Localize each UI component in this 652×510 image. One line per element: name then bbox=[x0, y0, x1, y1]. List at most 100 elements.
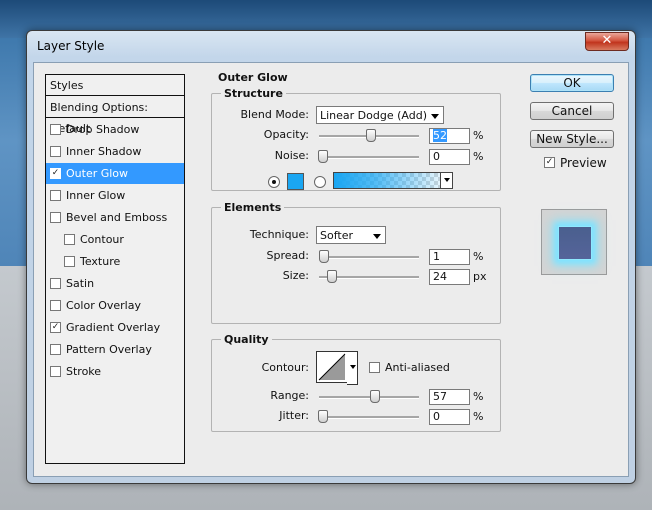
blend-mode-label: Blend Mode: bbox=[240, 108, 310, 121]
contour-dropdown-button[interactable] bbox=[347, 351, 358, 385]
contour-picker[interactable] bbox=[316, 351, 348, 383]
style-item-stroke[interactable]: Stroke bbox=[46, 361, 184, 382]
checkbox[interactable] bbox=[64, 233, 75, 245]
checkbox[interactable] bbox=[50, 145, 61, 157]
chevron-down-icon bbox=[373, 234, 381, 239]
anti-aliased-checkbox[interactable]: Anti-aliased bbox=[369, 361, 450, 374]
range-slider[interactable] bbox=[319, 390, 419, 403]
opacity-input[interactable]: 52 bbox=[429, 128, 470, 144]
style-preview bbox=[541, 209, 607, 275]
elements-group bbox=[211, 207, 501, 324]
elements-title: Elements bbox=[221, 201, 285, 214]
gradient-radio[interactable] bbox=[314, 176, 326, 188]
spread-unit: % bbox=[473, 250, 484, 263]
noise-slider[interactable] bbox=[318, 150, 419, 163]
ok-button[interactable]: OK bbox=[530, 74, 614, 92]
glow-color-swatch[interactable] bbox=[287, 173, 304, 190]
size-value: 24 bbox=[433, 270, 447, 283]
spread-slider-thumb[interactable] bbox=[318, 250, 329, 263]
opacity-unit: % bbox=[473, 129, 484, 142]
style-item-label: Outer Glow bbox=[66, 167, 129, 180]
blending-options-item[interactable]: Blending Options: Default bbox=[46, 97, 184, 135]
style-item-label: Satin bbox=[66, 277, 95, 290]
spread-input[interactable]: 1 bbox=[429, 249, 470, 265]
blend-mode-dropdown[interactable]: Linear Dodge (Add) bbox=[316, 106, 444, 124]
size-unit: px bbox=[473, 270, 487, 283]
preview-thumbnail bbox=[558, 226, 592, 260]
style-item-label: Bevel and Emboss bbox=[66, 211, 168, 224]
noise-label: Noise: bbox=[274, 149, 309, 162]
opacity-slider-thumb[interactable] bbox=[365, 129, 376, 142]
technique-dropdown[interactable]: Softer bbox=[316, 226, 386, 244]
size-input[interactable]: 24 bbox=[429, 269, 470, 285]
opacity-slider[interactable] bbox=[319, 129, 419, 142]
jitter-slider[interactable] bbox=[318, 410, 419, 423]
style-item-color-overlay[interactable]: Color Overlay bbox=[46, 295, 184, 316]
style-item-bevel-and-emboss[interactable]: Bevel and Emboss bbox=[46, 207, 184, 228]
new-style-button[interactable]: New Style... bbox=[530, 130, 614, 148]
anti-aliased-checkbox-box[interactable] bbox=[369, 361, 380, 373]
checkbox[interactable] bbox=[50, 277, 61, 289]
checkbox[interactable] bbox=[50, 211, 61, 223]
cancel-button[interactable]: Cancel bbox=[530, 102, 614, 120]
anti-aliased-label: Anti-aliased bbox=[385, 361, 450, 374]
style-item-outer-glow[interactable]: ✓ Outer Glow bbox=[46, 163, 184, 184]
checkbox[interactable] bbox=[50, 189, 61, 201]
style-item-inner-shadow[interactable]: Inner Shadow bbox=[46, 141, 184, 162]
gradient-dropdown-button[interactable] bbox=[440, 173, 452, 188]
styles-header[interactable]: Styles bbox=[46, 75, 184, 96]
style-item-drop-shadow[interactable]: Drop Shadow bbox=[46, 119, 184, 140]
preview-checkbox-box[interactable]: ✓ bbox=[544, 157, 555, 168]
dialog-title: Layer Style bbox=[37, 39, 105, 53]
technique-value: Softer bbox=[320, 229, 353, 242]
checkbox[interactable]: ✓ bbox=[50, 167, 61, 179]
jitter-slider-thumb[interactable] bbox=[318, 410, 328, 423]
style-item-label: Texture bbox=[80, 255, 121, 268]
jitter-unit: % bbox=[473, 410, 484, 423]
checkbox[interactable] bbox=[50, 299, 61, 311]
style-item-gradient-overlay[interactable]: ✓ Gradient Overlay bbox=[46, 317, 184, 338]
chevron-down-icon bbox=[350, 365, 356, 369]
chevron-down-icon bbox=[444, 178, 450, 182]
checkbox[interactable] bbox=[50, 123, 61, 135]
style-item-label: Drop Shadow bbox=[66, 123, 140, 136]
preview-checkbox[interactable]: ✓ Preview bbox=[544, 156, 607, 170]
range-unit: % bbox=[473, 390, 484, 403]
spread-slider[interactable] bbox=[318, 250, 419, 263]
checkbox[interactable] bbox=[50, 365, 61, 377]
style-item-label: Contour bbox=[80, 233, 124, 246]
noise-unit: % bbox=[473, 150, 484, 163]
jitter-value: 0 bbox=[433, 410, 440, 423]
jitter-input[interactable]: 0 bbox=[429, 409, 470, 425]
checkbox[interactable] bbox=[64, 255, 75, 267]
chevron-down-icon bbox=[431, 114, 439, 119]
checkbox[interactable] bbox=[50, 343, 61, 355]
checkbox[interactable]: ✓ bbox=[50, 321, 61, 333]
range-input[interactable]: 57 bbox=[429, 389, 470, 405]
noise-slider-thumb[interactable] bbox=[318, 150, 328, 163]
contour-label: Contour: bbox=[261, 361, 309, 374]
style-item-pattern-overlay[interactable]: Pattern Overlay bbox=[46, 339, 184, 360]
quality-title: Quality bbox=[221, 333, 272, 346]
range-slider-thumb[interactable] bbox=[370, 390, 381, 403]
dialog-client-area: Styles Blending Options: Default Drop Sh… bbox=[33, 62, 629, 477]
technique-label: Technique: bbox=[249, 228, 309, 241]
style-item-label: Pattern Overlay bbox=[66, 343, 152, 356]
contour-curve-icon bbox=[318, 353, 346, 381]
style-item-contour[interactable]: Contour bbox=[46, 229, 184, 250]
close-button[interactable]: ✕ bbox=[585, 32, 629, 51]
size-slider-thumb[interactable] bbox=[326, 270, 337, 283]
size-slider[interactable] bbox=[319, 270, 419, 283]
style-item-texture[interactable]: Texture bbox=[46, 251, 184, 272]
color-radio[interactable] bbox=[268, 176, 280, 188]
style-item-label: Stroke bbox=[66, 365, 102, 378]
spread-value: 1 bbox=[433, 250, 440, 263]
noise-input[interactable]: 0 bbox=[429, 149, 470, 165]
glow-gradient-picker[interactable] bbox=[333, 172, 453, 189]
opacity-value: 52 bbox=[433, 129, 447, 142]
size-label: Size: bbox=[282, 269, 309, 282]
style-item-inner-glow[interactable]: Inner Glow bbox=[46, 185, 184, 206]
style-item-satin[interactable]: Satin bbox=[46, 273, 184, 294]
blend-mode-value: Linear Dodge (Add) bbox=[320, 109, 427, 122]
noise-value: 0 bbox=[433, 150, 440, 163]
